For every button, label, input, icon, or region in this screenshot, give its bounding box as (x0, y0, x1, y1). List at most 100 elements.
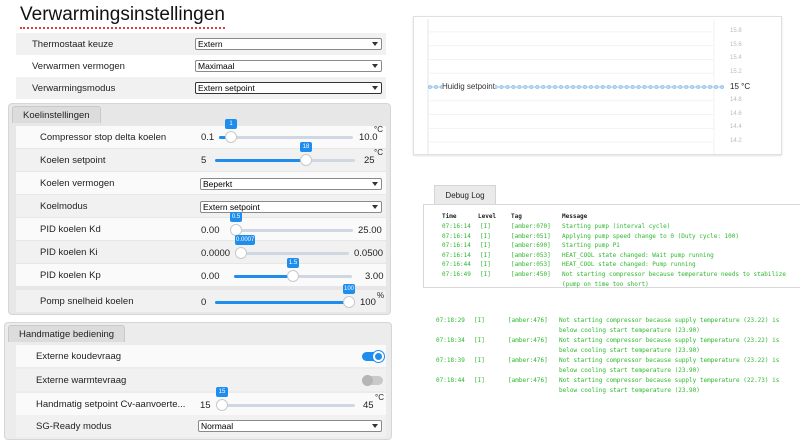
koelen-vermogen-select[interactable]: Beperkt (200, 178, 382, 190)
compressor-delta-slider[interactable]: 1 (219, 119, 353, 143)
log-level: [I] (480, 242, 491, 249)
data-point (702, 84, 707, 90)
slider-value-bubble: 1.5 (287, 258, 299, 268)
log-cont: below cooling start temperature (23.90) (559, 327, 700, 334)
koelmodus-label: Koelmodus (40, 200, 88, 212)
handmatig-setpoint-slider[interactable]: 15 (216, 387, 355, 411)
slider-min: 0.0000 (201, 248, 231, 259)
data-point (654, 84, 659, 90)
log-message: Not starting compressor because supply t… (559, 357, 780, 364)
data-point (708, 84, 713, 90)
slider-max: 0.0500 (354, 248, 384, 259)
row-externe-koudevraag: Externe koudevraag (16, 345, 386, 367)
slider-min: 0.1 (201, 132, 215, 143)
slider-fill (234, 275, 293, 278)
data-point (696, 84, 701, 90)
slider-value-bubble: 1 (225, 119, 237, 129)
y-tick-label: 14.8 (730, 96, 742, 103)
log-time: 07:16:49 (442, 270, 471, 278)
tab-handmatige-bediening[interactable]: Handmatige bediening (8, 325, 126, 342)
log-cont: below cooling start temperature (23.90) (559, 367, 700, 374)
externe-koudevraag-label: Externe koudevraag (36, 350, 122, 362)
externe-koudevraag-toggle[interactable] (362, 351, 384, 362)
col-time: Time (442, 213, 457, 220)
series-label: Huidig setpoint (442, 82, 495, 91)
data-point (630, 84, 635, 90)
thermostaat-select[interactable]: Extern (195, 38, 382, 50)
data-point (535, 84, 540, 90)
log-level: [I] (480, 223, 491, 230)
data-point (541, 84, 546, 90)
verwarmen-vermogen-select[interactable]: Maximaal (195, 60, 382, 72)
slider-max: 45 (363, 400, 374, 411)
log-cont: below cooling start temperature (23.90) (559, 347, 700, 354)
slider-max: 100 (360, 297, 376, 308)
slider-track (222, 404, 355, 407)
log-time: 07:16:14 (442, 242, 471, 249)
slider-min: 0.00 (201, 271, 220, 282)
data-point (606, 84, 611, 90)
data-point (642, 84, 647, 90)
col-tag: Tag (511, 213, 522, 220)
data-point (612, 84, 617, 90)
slider-unit: °C (374, 148, 383, 157)
log-time: 07:18:39 (436, 357, 465, 364)
log-level: [I] (480, 270, 491, 278)
data-point (719, 84, 725, 90)
data-point (505, 84, 510, 90)
pid-kp-slider[interactable]: 1.5 (234, 258, 352, 282)
slider-unit: °C (375, 393, 384, 402)
data-point (570, 84, 576, 90)
log-level: [I] (480, 261, 491, 268)
log-tag: [amber:476] (508, 357, 548, 364)
slider-track (219, 136, 353, 139)
log-time: 07:16:14 (442, 251, 471, 259)
toggle-knob (362, 375, 373, 386)
log-tag: [amber:476] (508, 337, 548, 344)
log-level: [I] (480, 251, 491, 259)
slider-min: 5 (201, 155, 207, 166)
log-message: HEAT_COOL state changed: Wait pump runni… (562, 251, 714, 259)
data-point (678, 84, 683, 90)
externe-warmtevraag-toggle[interactable] (362, 375, 383, 386)
data-point (636, 84, 641, 90)
sgready-select[interactable]: Normaal (198, 420, 382, 432)
data-point (499, 84, 504, 90)
tab-debug-log[interactable]: Debug Log (434, 185, 496, 205)
log-time: 07:18:34 (436, 337, 465, 344)
slider-thumb[interactable] (216, 399, 228, 411)
slider-thumb[interactable] (343, 296, 355, 308)
koelen-setpoint-label: Koelen setpoint (40, 154, 106, 166)
series-value-label: 15 °C (730, 82, 751, 91)
data-point (690, 84, 695, 90)
log-tag: [amber:070] (511, 223, 551, 230)
koelen-vermogen-label: Koelen vermogen (40, 177, 115, 189)
data-point (713, 84, 719, 90)
log-tag: [amber:051] (511, 232, 551, 240)
thermostaat-label: Thermostaat keuze (32, 38, 114, 50)
pid-kp-label: PID koelen Kp (40, 269, 101, 281)
slider-thumb[interactable] (287, 270, 299, 282)
debug-log-panel: Time Level Tag Message 07:16:14 [I] [amber… (423, 204, 800, 288)
slider-value-bubble: 100 (343, 284, 356, 294)
log-message: Not starting compressor because supply t… (559, 337, 780, 344)
slider-thumb[interactable] (300, 154, 312, 166)
slider-thumb[interactable] (225, 131, 237, 143)
log-cont: (pump on time too short) (562, 280, 649, 288)
log-tag: [amber:053] (511, 251, 551, 259)
pomp-snelheid-slider[interactable]: 100 (215, 284, 356, 308)
pid-ki-label: PID koelen Ki (40, 246, 98, 258)
slider-thumb[interactable] (235, 247, 247, 259)
verwarmingsmodus-select[interactable]: Extern setpoint (195, 82, 382, 94)
log-tag: [amber:476] (508, 317, 548, 324)
tab-koelinstellingen[interactable]: Koelinstellingen (12, 106, 101, 123)
y-tick-label: 14.4 (730, 124, 742, 131)
log-message: Not starting compressor because supply t… (559, 377, 780, 384)
row-externe-warmtevraag: Externe warmtevraag (16, 369, 386, 391)
toggle-knob (373, 351, 384, 362)
log-time: 07:16:14 (442, 223, 471, 230)
koelmodus-select[interactable]: Extern setpoint (200, 201, 382, 213)
koelen-setpoint-slider[interactable]: 18 (215, 142, 355, 166)
log-tag: [amber:450] (511, 270, 551, 278)
handmatig-setpoint-label: Handmatig setpoint Cv-aanvoerte... (36, 398, 186, 410)
